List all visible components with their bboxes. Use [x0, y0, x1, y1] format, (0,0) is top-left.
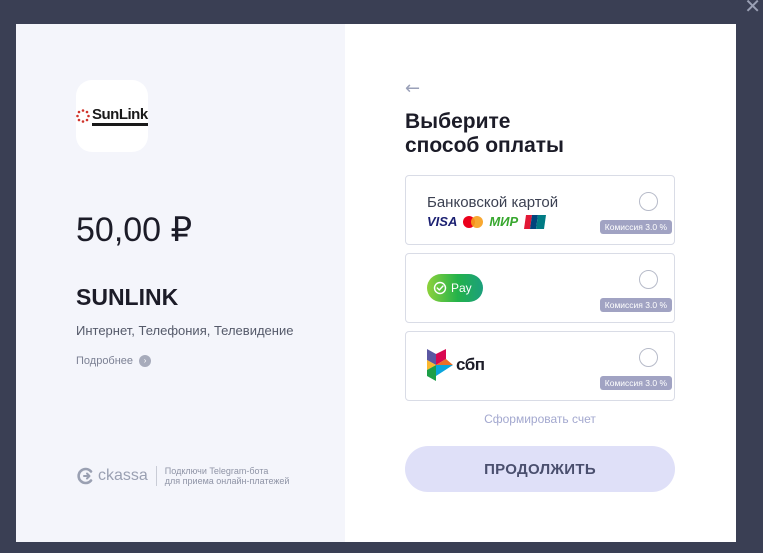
- ckassa-brand: ckassa: [98, 467, 148, 484]
- sbp-icon: [427, 349, 453, 381]
- payment-title-line2: способ оплаты: [405, 134, 564, 157]
- merchant-logo: SunLink: [76, 80, 148, 152]
- sberpay-logo: Pay: [427, 274, 483, 302]
- option-sberpay-radio[interactable]: [639, 270, 658, 289]
- close-icon[interactable]: ✕: [744, 0, 761, 16]
- option-sberpay-commission: Комиссия 3.0 %: [599, 298, 672, 312]
- card-logos: VISA МИР: [427, 214, 547, 229]
- option-card-commission: Комиссия 3.0 %: [599, 220, 672, 234]
- option-card-label: Банковской картой: [427, 194, 559, 211]
- merchant-panel: SunLink 50,00 ₽ SUNLINK Интернет, Телефо…: [16, 24, 345, 542]
- ckassa-logo-icon: [77, 467, 93, 485]
- payment-option-card[interactable]: Банковской картой VISA МИР Комиссия 3.0 …: [405, 175, 675, 245]
- option-sbp-radio[interactable]: [639, 348, 658, 367]
- option-card-radio[interactable]: [639, 192, 658, 211]
- sunlink-dots-icon: [76, 109, 90, 123]
- ckassa-footer[interactable]: ckassa Подключи Telegram-бота для приема…: [76, 466, 289, 486]
- continue-button[interactable]: ПРОДОЛЖИТЬ: [405, 446, 675, 492]
- payment-option-sbp[interactable]: сбп Комиссия 3.0 %: [405, 331, 675, 401]
- mastercard-icon: [463, 215, 484, 228]
- more-info-label: Подробнее: [76, 355, 134, 367]
- merchant-name: SUNLINK: [76, 284, 179, 310]
- payment-option-sberpay[interactable]: Pay Комиссия 3.0 %: [405, 253, 675, 323]
- visa-logo: VISA: [427, 214, 458, 229]
- payment-title: Выберите способ оплаты: [405, 110, 605, 158]
- chevron-right-icon: ›: [139, 355, 152, 367]
- payment-amount: 50,00 ₽: [76, 211, 193, 249]
- sberpay-check-icon: [433, 281, 447, 295]
- back-arrow-icon[interactable]: ←: [405, 80, 420, 98]
- unionpay-icon: [524, 214, 547, 229]
- payment-panel: ← Выберите способ оплаты Банковской карт…: [345, 24, 736, 542]
- ckassa-tagline: Подключи Telegram-бота для приема онлайн…: [165, 466, 290, 486]
- ckassa-tagline-line2: для приема онлайн-платежей: [164, 476, 290, 486]
- create-invoice-link[interactable]: Сформировать счет: [405, 412, 675, 426]
- sberpay-label: Pay: [451, 281, 472, 295]
- sbp-logo: сбп: [427, 349, 485, 381]
- merchant-description: Интернет, Телефония, Телевидение: [76, 323, 294, 338]
- mir-logo: МИР: [489, 214, 519, 229]
- payment-modal: SunLink 50,00 ₽ SUNLINK Интернет, Телефо…: [16, 24, 736, 542]
- ckassa-tagline-line1: Подключи Telegram-бота: [164, 466, 269, 476]
- option-sbp-commission: Комиссия 3.0 %: [599, 376, 672, 390]
- logo-underline: [92, 122, 148, 126]
- merchant-logo-text: SunLink: [92, 105, 148, 123]
- payment-title-line1: Выберите: [405, 110, 511, 133]
- ckassa-divider: [155, 466, 157, 486]
- sbp-label: сбп: [456, 355, 485, 374]
- more-info-link[interactable]: Подробнее ›: [76, 355, 152, 367]
